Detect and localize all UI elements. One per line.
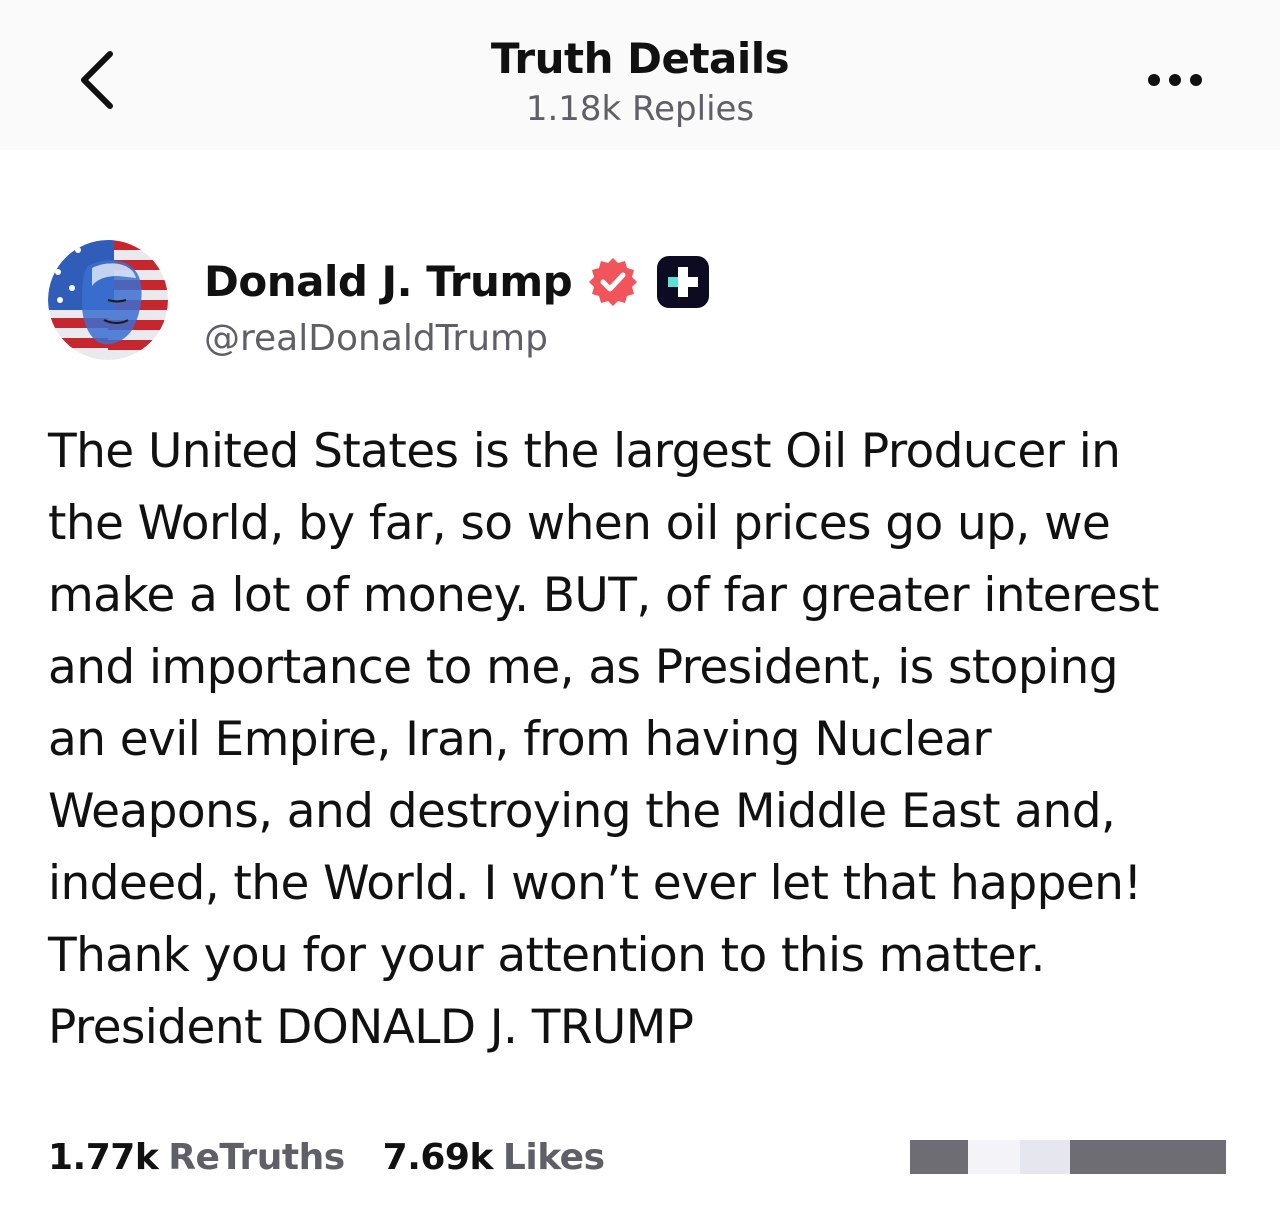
retruths-label: ReTruths bbox=[168, 1136, 345, 1178]
likes-count: 7.69k bbox=[382, 1136, 494, 1178]
avatar-image bbox=[48, 240, 168, 360]
post-text-line: make a lot of money. BUT, of far greater… bbox=[48, 568, 1159, 623]
redaction-block bbox=[1070, 1140, 1226, 1174]
redacted-timestamp bbox=[910, 1140, 1226, 1174]
post-text-line: Thank you for your attention to this mat… bbox=[48, 928, 1045, 983]
top-bar: Truth Details 1.18k Replies bbox=[0, 0, 1280, 150]
name-row: Donald J. Trump bbox=[204, 254, 710, 310]
post-text-line: an evil Empire, Iran, from having Nuclea… bbox=[48, 712, 992, 767]
post-text-line: The United States is the largest Oil Pro… bbox=[48, 424, 1121, 479]
redaction-block bbox=[910, 1140, 968, 1174]
back-button[interactable] bbox=[60, 42, 132, 118]
retruths-stat[interactable]: 1.77k ReTruths bbox=[48, 1137, 345, 1178]
author-handle[interactable]: @realDonaldTrump bbox=[204, 314, 710, 364]
post-text-line: indeed, the World. I won’t ever let that… bbox=[48, 856, 1142, 911]
plus-badge-icon bbox=[656, 255, 710, 309]
retruths-count: 1.77k bbox=[48, 1136, 159, 1178]
reply-count[interactable]: 1.18k Replies bbox=[340, 86, 940, 132]
author-info: Donald J. Trump @realDonaldTrump bbox=[204, 254, 710, 364]
post-text-line: and importance to me, as President, is s… bbox=[48, 640, 1119, 695]
likes-label: Likes bbox=[502, 1136, 605, 1178]
post-content: The United States is the largest Oil Pro… bbox=[48, 416, 1238, 1064]
chevron-left-icon bbox=[81, 51, 113, 109]
redaction-block bbox=[968, 1140, 1020, 1174]
post-text-line: President DONALD J. TRUMP bbox=[48, 1000, 694, 1055]
post-stats: 1.77k ReTruths 7.69k Likes bbox=[48, 1130, 643, 1184]
post-author: Donald J. Trump @realDonaldTrump bbox=[48, 240, 1228, 370]
avatar[interactable] bbox=[48, 240, 168, 360]
title-block: Truth Details 1.18k Replies bbox=[340, 32, 940, 132]
more-options-button[interactable] bbox=[1140, 58, 1210, 102]
page-title: Truth Details bbox=[490, 34, 790, 83]
post-text-line: the World, by far, so when oil prices go… bbox=[48, 496, 1111, 551]
likes-stat[interactable]: 7.69k Likes bbox=[383, 1137, 605, 1178]
more-horizontal-icon bbox=[1148, 74, 1202, 86]
author-name[interactable]: Donald J. Trump bbox=[204, 256, 573, 308]
verified-badge-icon bbox=[586, 255, 640, 309]
redaction-block bbox=[1020, 1140, 1070, 1174]
post-text-line: Weapons, and destroying the Middle East … bbox=[48, 784, 1116, 839]
